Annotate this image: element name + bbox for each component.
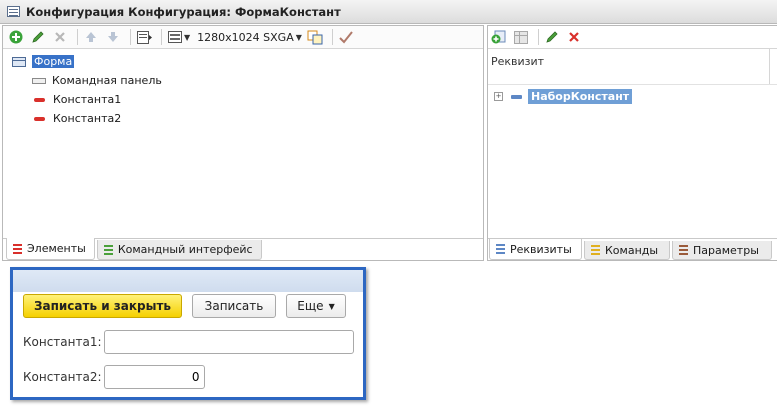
toolbar-separator xyxy=(331,29,333,45)
resolution-select[interactable]: 1280x1024 SXGA xyxy=(197,31,294,44)
tab-parameters[interactable]: Параметры xyxy=(672,241,772,260)
attributes-tab-icon xyxy=(496,244,505,254)
elements-tab-icon xyxy=(13,243,22,254)
tree-item-form[interactable]: Форма xyxy=(3,52,483,71)
expand-icon[interactable]: + xyxy=(494,92,503,101)
form-command-bar: Записать и закрыть Записать Еще ▼ xyxy=(23,294,356,318)
toolbar-separator xyxy=(130,29,131,45)
commands-tab-icon xyxy=(591,245,600,255)
form-window-icon xyxy=(7,6,20,17)
tree-item-command-panel[interactable]: Командная панель xyxy=(3,71,483,90)
attribute-icon xyxy=(511,94,522,99)
delete-icon[interactable] xyxy=(565,28,583,46)
tree-item-constant-set[interactable]: + НаборКонстант xyxy=(494,89,633,104)
tree-item-constant2[interactable]: Константа2 xyxy=(3,109,483,128)
move-down-icon[interactable] xyxy=(104,28,122,46)
window-title-bar: Конфигурация Конфигурация: ФормаКонстант xyxy=(0,0,777,24)
add-icon[interactable] xyxy=(7,28,25,46)
move-up-icon[interactable] xyxy=(82,28,100,46)
attributes-tabs: Реквизиты Команды Параметры xyxy=(488,238,777,260)
chevron-down-icon: ▼ xyxy=(328,301,335,311)
form-preview-icon[interactable] xyxy=(135,28,153,46)
tab-label: Командный интерфейс xyxy=(117,243,253,256)
tab-elements[interactable]: Элементы xyxy=(6,238,95,260)
tab-label: Элементы xyxy=(27,242,86,255)
toolbar-separator xyxy=(161,29,162,45)
save-button[interactable]: Записать xyxy=(192,294,276,318)
header-divider xyxy=(488,84,777,85)
save-and-close-button[interactable]: Записать и закрыть xyxy=(23,294,182,318)
tab-attributes[interactable]: Реквизиты xyxy=(489,239,582,260)
chevron-down-icon[interactable]: ▼ xyxy=(184,33,190,42)
tree-item-label: НаборКонстант xyxy=(528,89,633,104)
constant1-input[interactable] xyxy=(103,330,354,354)
attribute-table-icon[interactable] xyxy=(512,28,530,46)
window-title: Конфигурация Конфигурация: ФормаКонстант xyxy=(26,4,341,19)
layout-icon[interactable] xyxy=(166,28,184,46)
attributes-pane: Реквизит + НаборКонстант Реквизиты Коман… xyxy=(487,25,777,261)
elements-tabs: Элементы Командный интерфейс xyxy=(3,238,483,260)
copy-layout-icon[interactable] xyxy=(306,28,324,46)
column-divider xyxy=(769,48,777,84)
edit-pencil-icon[interactable] xyxy=(29,28,47,46)
form-icon xyxy=(12,56,26,67)
constant2-input[interactable] xyxy=(103,365,205,389)
command-panel-icon xyxy=(32,77,46,84)
field-icon xyxy=(34,116,45,121)
tree-item-constant1[interactable]: Константа1 xyxy=(3,90,483,109)
command-interface-tab-icon xyxy=(103,244,113,255)
toolbar-separator xyxy=(77,29,78,45)
constant1-label: Константа1: xyxy=(23,335,102,349)
form-preview: Записать и закрыть Записать Еще ▼ Конста… xyxy=(10,267,366,400)
elements-toolbar: ▼ 1280x1024 SXGA ▼ xyxy=(3,26,483,49)
constant1-field: Константа1: xyxy=(23,330,354,354)
tree-item-label: Командная панель xyxy=(52,74,162,87)
tab-command-interface[interactable]: Командный интерфейс xyxy=(96,240,262,260)
tab-label: Команды xyxy=(605,243,659,257)
more-label: Еще xyxy=(297,299,324,313)
constant2-field: Константа2: xyxy=(23,365,205,389)
delete-icon[interactable] xyxy=(51,28,69,46)
chevron-down-icon[interactable]: ▼ xyxy=(296,33,302,42)
elements-pane: ▼ 1280x1024 SXGA ▼ Форма Командная панел… xyxy=(2,25,484,261)
edit-pencil-icon[interactable] xyxy=(543,28,561,46)
tree-item-label: Форма xyxy=(32,55,75,68)
more-button[interactable]: Еще ▼ xyxy=(286,294,346,318)
attribute-column-header: Реквизит xyxy=(491,55,545,68)
field-icon xyxy=(34,97,45,102)
constant2-label: Константа2: xyxy=(23,370,102,384)
tab-label: Реквизиты xyxy=(510,242,572,256)
add-attribute-icon[interactable] xyxy=(490,28,508,46)
toolbar-separator xyxy=(538,29,539,45)
form-preview-header xyxy=(13,270,363,292)
checkmark-icon[interactable] xyxy=(337,28,355,46)
tab-commands[interactable]: Команды xyxy=(584,241,670,260)
attributes-toolbar xyxy=(488,26,777,49)
tree-item-label: Константа2 xyxy=(53,112,122,125)
elements-tree: Форма Командная панель Константа1 Конста… xyxy=(3,49,483,128)
parameters-tab-icon xyxy=(679,245,688,255)
tab-label: Параметры xyxy=(693,243,759,257)
tree-item-label: Константа1 xyxy=(53,93,122,106)
